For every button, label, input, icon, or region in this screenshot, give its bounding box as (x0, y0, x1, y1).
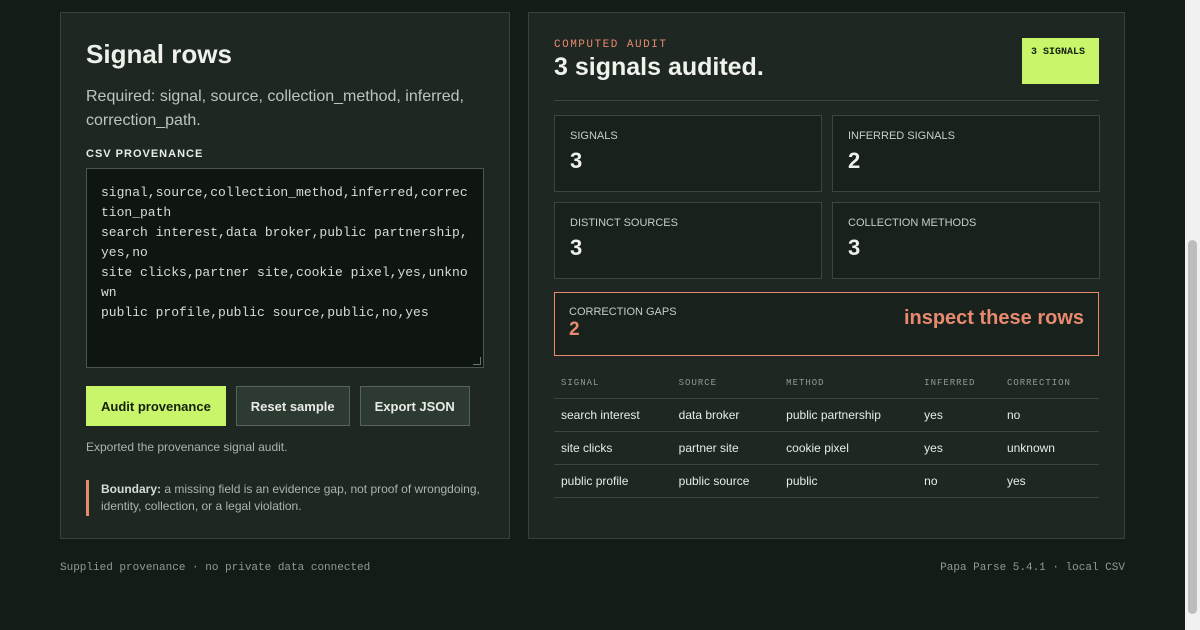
divider (554, 100, 1099, 101)
cell-source: public source (671, 464, 780, 498)
stat-value: 3 (570, 148, 583, 173)
cell-method: public (779, 464, 918, 498)
resize-handle-icon[interactable] (473, 357, 481, 365)
audit-title: 3 signals audited. (554, 53, 764, 81)
table-header-row: SIGNAL SOURCE METHOD INFERRED CORRECTION (554, 378, 1099, 399)
cell-method: public partnership (779, 398, 918, 432)
audit-kicker: COMPUTED AUDIT (554, 39, 668, 51)
audit-table: SIGNAL SOURCE METHOD INFERRED CORRECTION… (554, 378, 1099, 498)
boundary-note: Boundary: a missing field is an evidence… (86, 480, 484, 516)
action-buttons: Audit provenance Reset sample Export JSO… (86, 386, 484, 426)
csv-label: CSV PROVENANCE (86, 148, 204, 160)
col-signal: SIGNAL (554, 378, 672, 399)
col-method: METHOD (779, 378, 918, 399)
stat-value: 3 (848, 235, 861, 260)
csv-line: site clicks,partner site,cookie pixel,ye… (101, 265, 468, 300)
panel-title: Signal rows (86, 39, 232, 69)
scrollbar[interactable] (1185, 0, 1200, 630)
col-correction: CORRECTION (999, 378, 1099, 399)
stat-label: COLLECTION METHODS (848, 217, 977, 229)
cell-correction: unknown (999, 431, 1099, 465)
cell-source: data broker (671, 398, 780, 432)
cell-correction: no (999, 398, 1099, 432)
signal-rows-panel: Signal rows Required: signal, source, co… (60, 12, 510, 539)
cell-signal: search interest (554, 398, 672, 432)
csv-line: public profile,public source,public,no,y… (101, 305, 429, 320)
cell-inferred: yes (917, 398, 1000, 432)
cell-method: cookie pixel (779, 431, 918, 465)
signals-badge: 3 SIGNALS (1022, 38, 1099, 84)
scrollbar-thumb[interactable] (1188, 240, 1197, 614)
csv-line: search interest,data broker,public partn… (101, 225, 468, 260)
stat-inferred-signals: INFERRED SIGNALS 2 (832, 115, 1100, 192)
correction-gaps-box: CORRECTION GAPS 2 inspect these rows (554, 292, 1099, 356)
csv-textarea[interactable]: signal,source,collection_method,inferred… (86, 168, 484, 368)
table-row: site clicks partner site cookie pixel ye… (554, 431, 1099, 465)
cell-signal: public profile (554, 464, 672, 498)
boundary-label: Boundary: (101, 482, 161, 496)
audit-provenance-button[interactable]: Audit provenance (86, 386, 226, 426)
stat-distinct-sources: DISTINCT SOURCES 3 (554, 202, 822, 279)
stats-grid: SIGNALS 3 INFERRED SIGNALS 2 DISTINCT SO… (554, 115, 1100, 279)
col-inferred: INFERRED (917, 378, 1000, 399)
required-fields-text: Required: signal, source, collection_met… (86, 88, 464, 129)
footer-provenance-note: Supplied provenance · no private data co… (60, 562, 371, 574)
stat-label: DISTINCT SOURCES (570, 217, 678, 229)
cell-signal: site clicks (554, 431, 672, 465)
stat-signals: SIGNALS 3 (554, 115, 822, 192)
stat-collection-methods: COLLECTION METHODS 3 (832, 202, 1100, 279)
status-message: Exported the provenance signal audit. (86, 440, 288, 454)
footer-library-note: Papa Parse 5.4.1 · local CSV (940, 562, 1125, 574)
cell-inferred: yes (917, 431, 1000, 465)
table-row: public profile public source public no y… (554, 464, 1099, 498)
stat-label: INFERRED SIGNALS (848, 130, 955, 142)
cell-correction: yes (999, 464, 1099, 498)
computed-audit-panel: COMPUTED AUDIT 3 signals audited. 3 SIGN… (528, 12, 1125, 539)
col-source: SOURCE (671, 378, 780, 399)
cell-source: partner site (671, 431, 780, 465)
csv-line: signal,source,collection_method,inferred… (101, 185, 468, 220)
reset-sample-button[interactable]: Reset sample (235, 386, 350, 426)
export-json-button[interactable]: Export JSON (359, 386, 470, 426)
stat-label: SIGNALS (570, 130, 618, 142)
table-row: search interest data broker public partn… (554, 398, 1099, 432)
cell-inferred: no (917, 464, 1000, 498)
gaps-note: inspect these rows (903, 307, 1084, 329)
stat-value: 2 (848, 148, 861, 173)
stat-value: 3 (570, 235, 583, 260)
